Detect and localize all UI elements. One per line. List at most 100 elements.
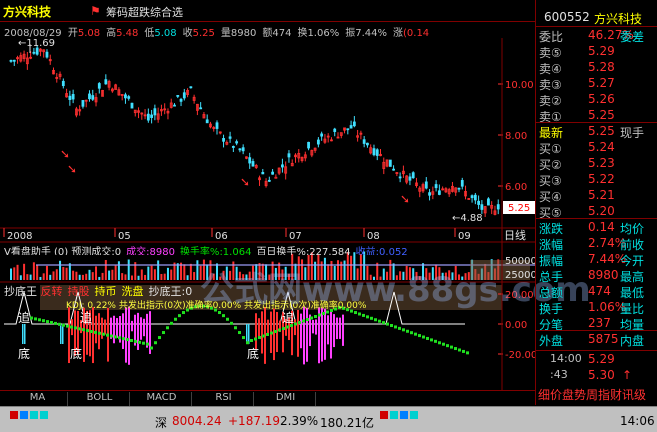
ask-row[interactable]: 卖⑤ 5.29 — [536, 44, 657, 61]
row-label: 卖④ — [539, 62, 562, 76]
volume-bar — [163, 273, 166, 280]
buy-arrow-icon: ➘ — [67, 162, 77, 176]
volume-bar — [166, 267, 169, 280]
status-square — [380, 411, 388, 419]
tick-row: 14:00 5.29 — [536, 352, 657, 369]
waipan-row[interactable]: 外盘 5875 内盘 — [536, 332, 657, 349]
volume-panel-title[interactable]: V看盘助手 (0) — [4, 247, 68, 255]
ask-row[interactable]: 卖② 5.26 — [536, 92, 657, 109]
formula-title[interactable]: 筹码超跌综合选 — [106, 4, 183, 20]
volume-bar — [39, 276, 42, 280]
indicator-tabs: MA BOLL MACD RSI DMI — [0, 390, 535, 406]
kdj-dot — [450, 345, 453, 349]
signal-tag: 底 — [70, 346, 82, 361]
tab-rsi[interactable]: RSI — [194, 392, 254, 406]
tab-boll[interactable]: BOLL — [70, 392, 130, 406]
weibi-row[interactable]: 委比 46.27% 委差 — [536, 28, 657, 45]
stat-row[interactable]: 换手 1.06% 量比 — [536, 300, 657, 317]
latest-row[interactable]: 最新 5.25 现手 — [536, 124, 657, 141]
quote-label: 换 — [297, 28, 308, 38]
kdj-dot — [42, 319, 45, 323]
tick-time: :43 — [550, 368, 568, 381]
volume-bar — [160, 273, 163, 280]
stat-row[interactable]: 振幅 7.44% 今开 — [536, 252, 657, 269]
bid-row[interactable]: 买② 5.23 — [536, 156, 657, 173]
candle-body — [411, 172, 415, 179]
candle-body — [477, 200, 481, 205]
candle-body — [231, 145, 235, 148]
indicator-item: 洗盘 — [121, 285, 144, 296]
tab-ma[interactable]: MA — [8, 392, 68, 406]
quote-value: 8980 — [230, 28, 257, 38]
volume-bar — [157, 260, 160, 280]
volume-bar — [130, 275, 133, 280]
kdj-dot — [70, 325, 73, 329]
kdj-dot — [406, 329, 409, 333]
bid-row[interactable]: 买① 5.24 — [536, 140, 657, 157]
kdj-dot — [138, 340, 141, 344]
bid-row[interactable]: 买④ 5.21 — [536, 188, 657, 205]
up-arrow-icon: ↑ — [622, 368, 633, 382]
tab-dmi[interactable]: DMI — [256, 392, 316, 406]
candle-body — [434, 184, 438, 189]
kdj-dot — [354, 311, 357, 315]
stat-row[interactable]: 总额 474 最低 — [536, 284, 657, 301]
ticker-title[interactable]: 方兴科技 — [3, 3, 51, 20]
candle-body — [349, 125, 353, 129]
kdj-dot — [90, 330, 93, 333]
candle-body — [81, 100, 85, 107]
signal-tag: 追 — [80, 310, 92, 325]
kdj-dot — [398, 326, 401, 330]
volume-item: 成交:8980 — [126, 247, 175, 255]
candle-body — [392, 168, 395, 171]
volume-bar — [189, 263, 192, 280]
kdj-dot — [250, 339, 253, 342]
indicator-panel-title[interactable]: 抄底王 — [4, 285, 37, 296]
stat-row[interactable]: 涨幅 2.74% 前收 — [536, 236, 657, 253]
kdj-dot — [98, 331, 101, 335]
histogram-bar — [342, 314, 344, 346]
kdj-dot — [62, 323, 65, 327]
kdj-dot — [298, 321, 301, 324]
candle-body — [274, 176, 278, 179]
kdj-dot — [430, 338, 433, 342]
panel-bottom-tabs[interactable]: 细价盘势周指财讯级 — [536, 386, 657, 403]
tab-macd[interactable]: MACD — [132, 392, 192, 406]
volume-bar — [16, 264, 19, 280]
kdj-dot — [174, 317, 177, 321]
volume-bar — [91, 272, 94, 280]
quote-item: 高5.48 — [106, 28, 141, 38]
ask-row[interactable]: 卖③ 5.27 — [536, 76, 657, 93]
index-name[interactable]: 深 — [155, 414, 167, 431]
volume-panel-header: V看盘助手 (0) 预测成交:0 成交:8980 换手率%:1.064 百日换手%:2… — [4, 243, 534, 255]
quote-label: 振 — [345, 28, 356, 38]
volume-bar — [101, 272, 104, 280]
x-axis-label: 06 — [215, 231, 228, 242]
row-label: 买④ — [539, 190, 562, 204]
volume-bar — [193, 272, 196, 280]
kdj-dot — [74, 326, 77, 330]
row-label: 换手 — [539, 302, 564, 316]
candle-body — [241, 147, 245, 152]
candle-body — [487, 198, 490, 206]
candle-body — [470, 195, 474, 199]
period-label[interactable]: 日线 — [504, 228, 526, 242]
kdj-dot — [34, 317, 37, 321]
kdj-dot — [454, 347, 457, 351]
chart-area[interactable]: 10.008.006.00➘➘➘➘←11.69←4.885.25 5000025… — [0, 38, 535, 390]
bid-row[interactable]: 买③ 5.22 — [536, 172, 657, 189]
row-label: 外盘 — [539, 334, 564, 348]
index-value: 8004.24 — [172, 414, 222, 428]
kdj-dot — [110, 334, 113, 338]
ask-row[interactable]: 卖④ 5.28 — [536, 60, 657, 77]
kdj-dot — [458, 348, 461, 352]
histogram-bar — [60, 324, 62, 344]
candle-body — [45, 51, 49, 58]
stat-row[interactable]: 总手 8980 最高 — [536, 268, 657, 285]
kdj-dot — [230, 321, 233, 325]
quote-value: 5.25 — [192, 28, 215, 38]
stat-row[interactable]: 涨跌 0.14 均价 — [536, 220, 657, 237]
row-value: 5.22 — [588, 172, 615, 186]
x-axis-label: 2008 — [7, 231, 32, 242]
kdj-dot — [126, 338, 129, 342]
